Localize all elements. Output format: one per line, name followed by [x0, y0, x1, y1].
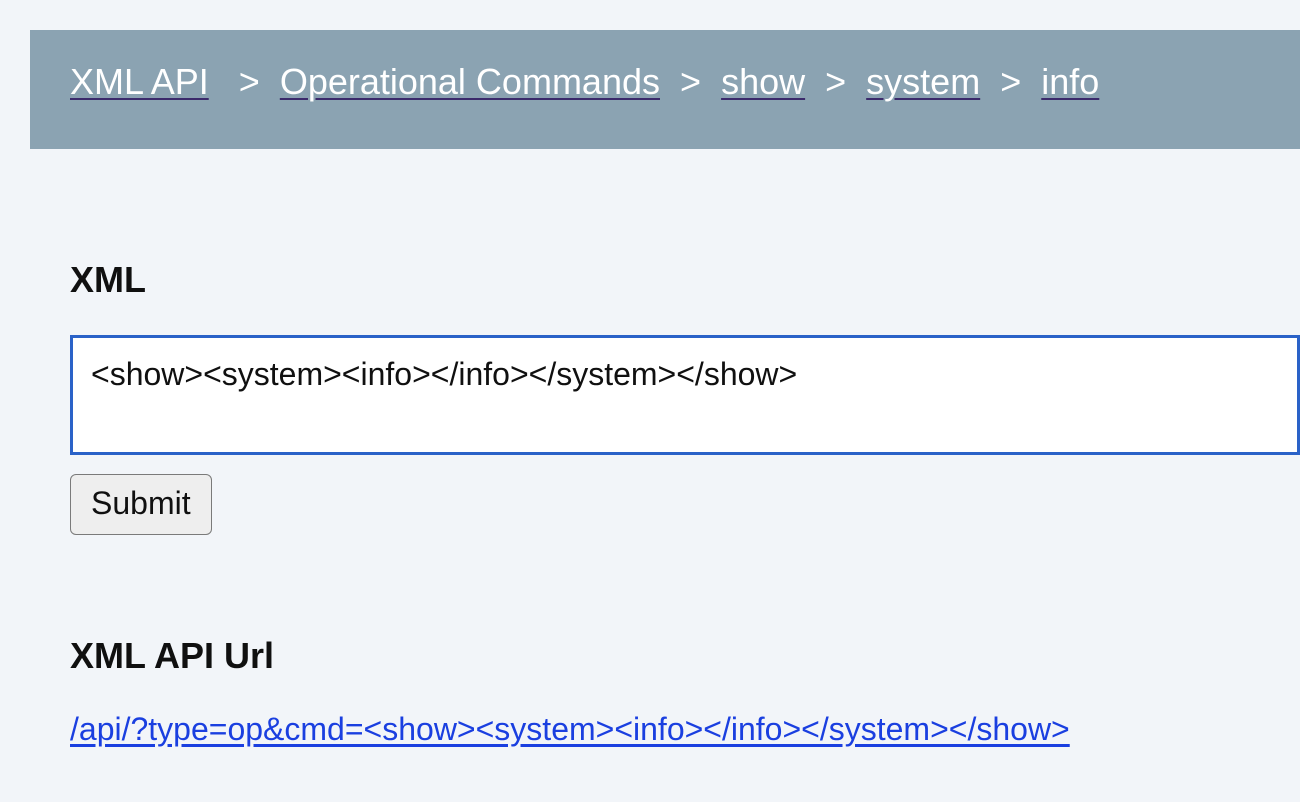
breadcrumb-separator: > [815, 61, 856, 102]
breadcrumb-separator: > [990, 61, 1031, 102]
breadcrumb-separator: > [219, 61, 280, 102]
breadcrumb-info[interactable]: info [1041, 61, 1099, 102]
breadcrumb-separator: > [670, 61, 711, 102]
breadcrumb-xml-api[interactable]: XML API [70, 61, 209, 102]
xml-input[interactable] [70, 335, 1300, 455]
xml-heading: XML [70, 259, 1300, 301]
submit-button[interactable]: Submit [70, 474, 212, 535]
breadcrumb-show[interactable]: show [721, 61, 805, 102]
xml-api-url-link[interactable]: /api/?type=op&cmd=<show><system><info></… [70, 711, 1070, 747]
breadcrumb-bar: XML API > Operational Commands > show > … [30, 30, 1300, 149]
breadcrumb: XML API > Operational Commands > show > … [70, 60, 1260, 103]
breadcrumb-system[interactable]: system [866, 61, 980, 102]
xml-api-url-heading: XML API Url [70, 635, 1300, 677]
breadcrumb-operational-commands[interactable]: Operational Commands [280, 61, 660, 102]
